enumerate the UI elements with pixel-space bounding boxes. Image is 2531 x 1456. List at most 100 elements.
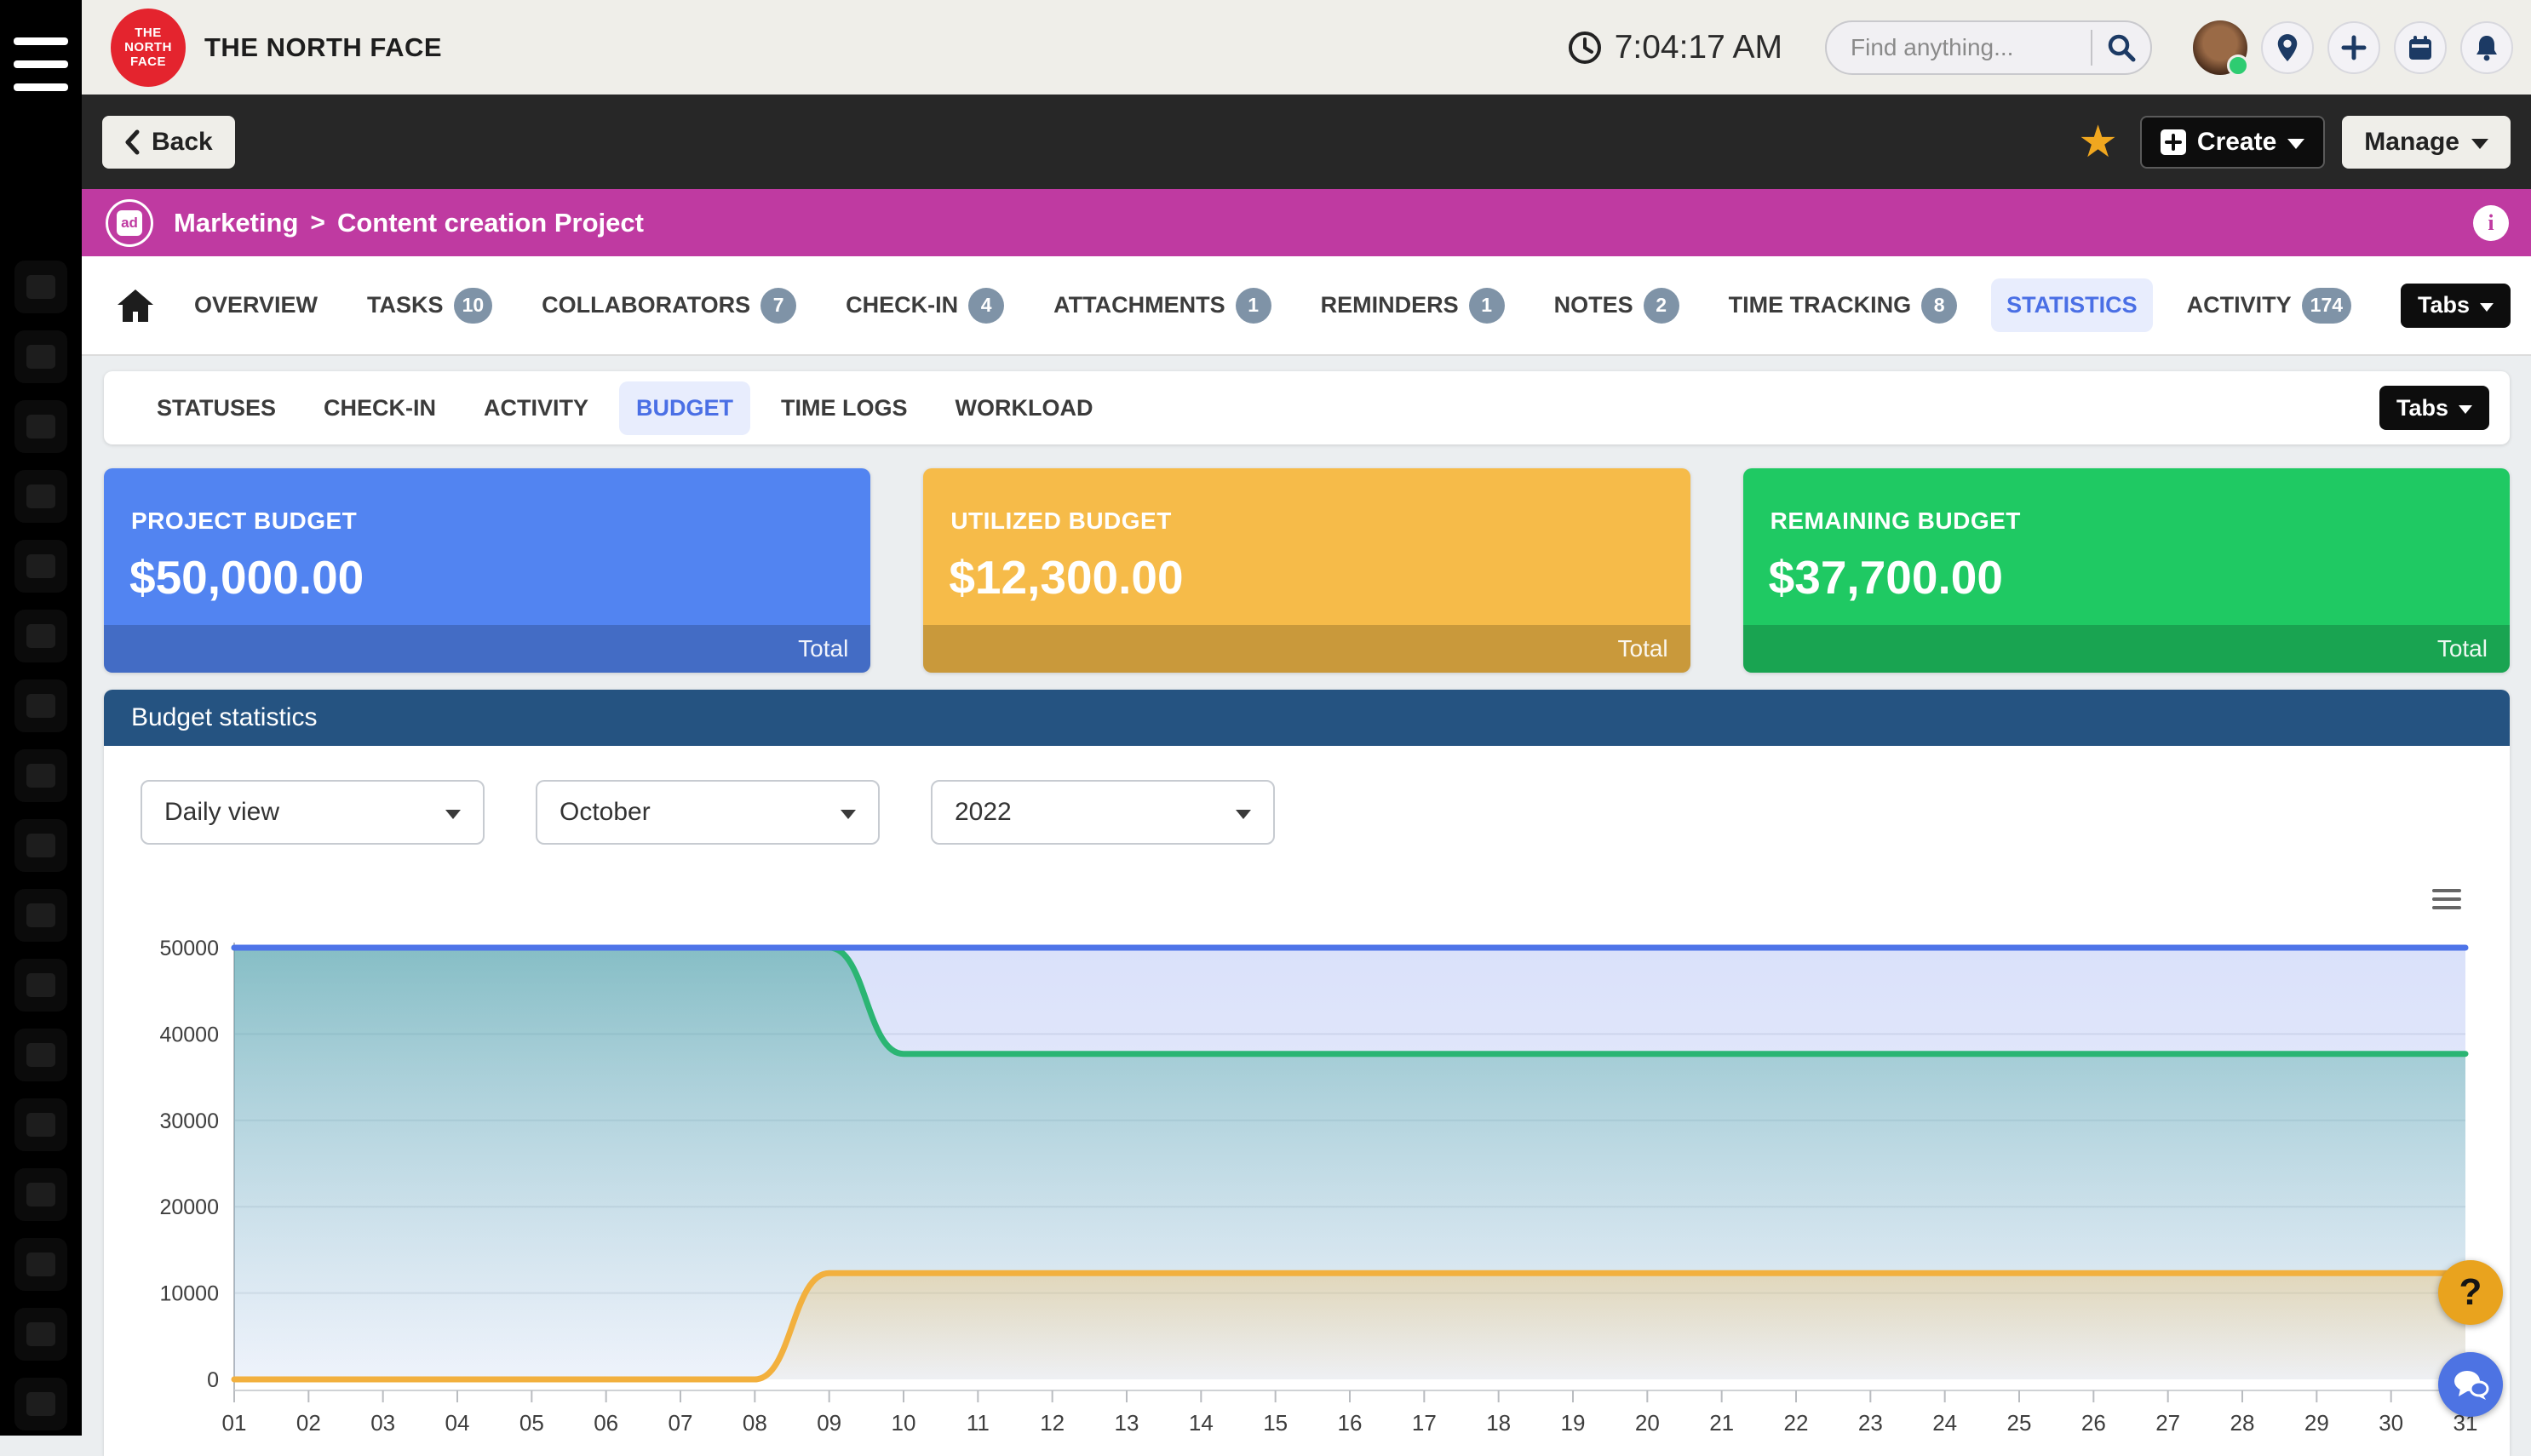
sidebar-item-calendar[interactable] <box>0 1090 82 1160</box>
svg-text:20: 20 <box>1635 1410 1660 1436</box>
summary-card-utilized-budget: UTILIZED BUDGET$12,300.00Total <box>923 468 1690 673</box>
tab-label: TIME TRACKING <box>1729 292 1911 318</box>
svg-text:07: 07 <box>669 1410 693 1436</box>
svg-text:14: 14 <box>1189 1410 1214 1436</box>
subtabs-overflow-button[interactable]: Tabs <box>2379 386 2489 430</box>
subtab-statuses[interactable]: STATUSES <box>140 381 293 435</box>
global-search <box>1825 20 2152 75</box>
chart-menu-icon[interactable] <box>2432 889 2461 914</box>
sidebar-item-notes[interactable] <box>0 1369 82 1439</box>
select-value: 2022 <box>955 798 1012 827</box>
sidebar-item-messages[interactable] <box>0 950 82 1020</box>
notifications-button[interactable] <box>2460 21 2513 74</box>
support-icon <box>26 415 55 439</box>
search-input[interactable] <box>1827 34 2091 61</box>
favorite-star-icon[interactable]: ★ <box>2078 120 2118 164</box>
chevron-down-icon <box>2287 139 2304 149</box>
svg-text:15: 15 <box>1263 1410 1288 1436</box>
summary-card-remaining-budget: REMAINING BUDGET$37,700.00Total <box>1743 468 2510 673</box>
card-label: UTILIZED BUDGET <box>950 507 1690 535</box>
sidebar-item-lists[interactable] <box>0 1299 82 1369</box>
search-button[interactable] <box>2092 20 2150 75</box>
month-select[interactable]: October <box>536 780 880 845</box>
menu-icon[interactable] <box>14 37 68 92</box>
account-icon <box>26 694 55 718</box>
svg-text:23: 23 <box>1858 1410 1883 1436</box>
create-button[interactable]: Create <box>2140 116 2325 169</box>
back-button[interactable]: Back <box>102 116 235 169</box>
svg-text:06: 06 <box>594 1410 618 1436</box>
tab-label: NOTES <box>1554 292 1633 318</box>
subtab-time-logs[interactable]: TIME LOGS <box>764 381 925 435</box>
card-label: PROJECT BUDGET <box>131 507 870 535</box>
sidebar-item-projects[interactable] <box>0 601 82 671</box>
tab-attachments[interactable]: ATTACHMENTS1 <box>1038 274 1286 337</box>
tab-check-in[interactable]: CHECK-IN4 <box>830 274 1019 337</box>
location-button[interactable] <box>2261 21 2314 74</box>
svg-text:25: 25 <box>2007 1410 2032 1436</box>
tab-label: ATTACHMENTS <box>1053 292 1225 318</box>
search-icon <box>2106 32 2137 63</box>
svg-text:04: 04 <box>445 1410 470 1436</box>
project-tabs-bar: OVERVIEW TASKS10 COLLABORATORS7 CHECK-IN4 AT… <box>82 256 2531 356</box>
manage-button[interactable]: Manage <box>2342 116 2511 169</box>
svg-text:27: 27 <box>2155 1410 2180 1436</box>
chat-button[interactable] <box>2438 1352 2503 1417</box>
svg-text:17: 17 <box>1412 1410 1437 1436</box>
select-value: October <box>560 798 651 827</box>
tab-home[interactable] <box>116 288 155 324</box>
subtab-check-in[interactable]: CHECK-IN <box>307 381 453 435</box>
subtab-workload[interactable]: WORKLOAD <box>938 381 1111 435</box>
svg-text:02: 02 <box>296 1410 321 1436</box>
tab-statistics[interactable]: STATISTICS <box>1991 278 2153 332</box>
sidebar-item-launch[interactable] <box>0 1230 82 1299</box>
sidebar-item-sales-funnel[interactable] <box>0 461 82 531</box>
sidebar-item-files[interactable] <box>0 880 82 950</box>
add-button[interactable] <box>2327 21 2380 74</box>
card-amount: $37,700.00 <box>1769 550 2510 605</box>
sidebar <box>0 0 82 1436</box>
user-avatar[interactable] <box>2193 20 2247 75</box>
help-button[interactable]: ? <box>2438 1260 2503 1325</box>
year-select[interactable]: 2022 <box>931 780 1275 845</box>
breadcrumb-section[interactable]: Marketing <box>174 208 298 238</box>
tab-label: OVERVIEW <box>194 292 318 318</box>
tab-reminders[interactable]: REMINDERS1 <box>1306 274 1520 337</box>
tab-badge: 174 <box>2302 288 2351 324</box>
calendar-button[interactable] <box>2394 21 2447 74</box>
info-icon[interactable]: i <box>2473 205 2509 241</box>
sidebar-items <box>0 252 82 1439</box>
svg-text:09: 09 <box>817 1410 841 1436</box>
sidebar-item-home[interactable] <box>0 252 82 322</box>
sidebar-item-support[interactable] <box>0 392 82 461</box>
sidebar-item-search[interactable] <box>0 811 82 880</box>
tabs-button-label: Tabs <box>2396 395 2448 421</box>
tab-overview[interactable]: OVERVIEW <box>179 278 333 332</box>
sidebar-item-team[interactable] <box>0 322 82 392</box>
summary-card-project-budget: PROJECT BUDGET$50,000.00Total <box>104 468 870 673</box>
sidebar-item-time-tracker[interactable] <box>0 1160 82 1230</box>
subtab-activity[interactable]: ACTIVITY <box>467 381 605 435</box>
card-footer: Total <box>1743 625 2510 673</box>
sidebar-item-mail[interactable] <box>0 1020 82 1090</box>
tab-tasks[interactable]: TASKS10 <box>352 274 508 337</box>
sidebar-item-account[interactable] <box>0 671 82 741</box>
chat-bubbles-icon <box>2452 1368 2489 1401</box>
tab-activity[interactable]: ACTIVITY174 <box>2172 274 2367 337</box>
chart-filters: Daily view October 2022 <box>141 780 2510 845</box>
project-avatar[interactable]: ad <box>106 199 153 247</box>
svg-text:13: 13 <box>1115 1410 1139 1436</box>
tab-badge: 7 <box>760 288 796 324</box>
svg-text:30: 30 <box>2379 1410 2403 1436</box>
subtab-budget[interactable]: BUDGET <box>619 381 750 435</box>
logo-line: THE <box>135 26 162 40</box>
tab-collaborators[interactable]: COLLABORATORS7 <box>526 274 812 337</box>
tab-time-tracking[interactable]: TIME TRACKING8 <box>1713 274 1972 337</box>
sidebar-item-payments[interactable] <box>0 531 82 601</box>
svg-text:10: 10 <box>892 1410 916 1436</box>
tabs-overflow-button[interactable]: Tabs <box>2401 284 2511 328</box>
tab-notes[interactable]: NOTES2 <box>1539 274 1695 337</box>
view-select[interactable]: Daily view <box>141 780 485 845</box>
tabs-list: OVERVIEW TASKS10 COLLABORATORS7 CHECK-IN4 AT… <box>179 274 2367 337</box>
sidebar-item-organization[interactable] <box>0 741 82 811</box>
